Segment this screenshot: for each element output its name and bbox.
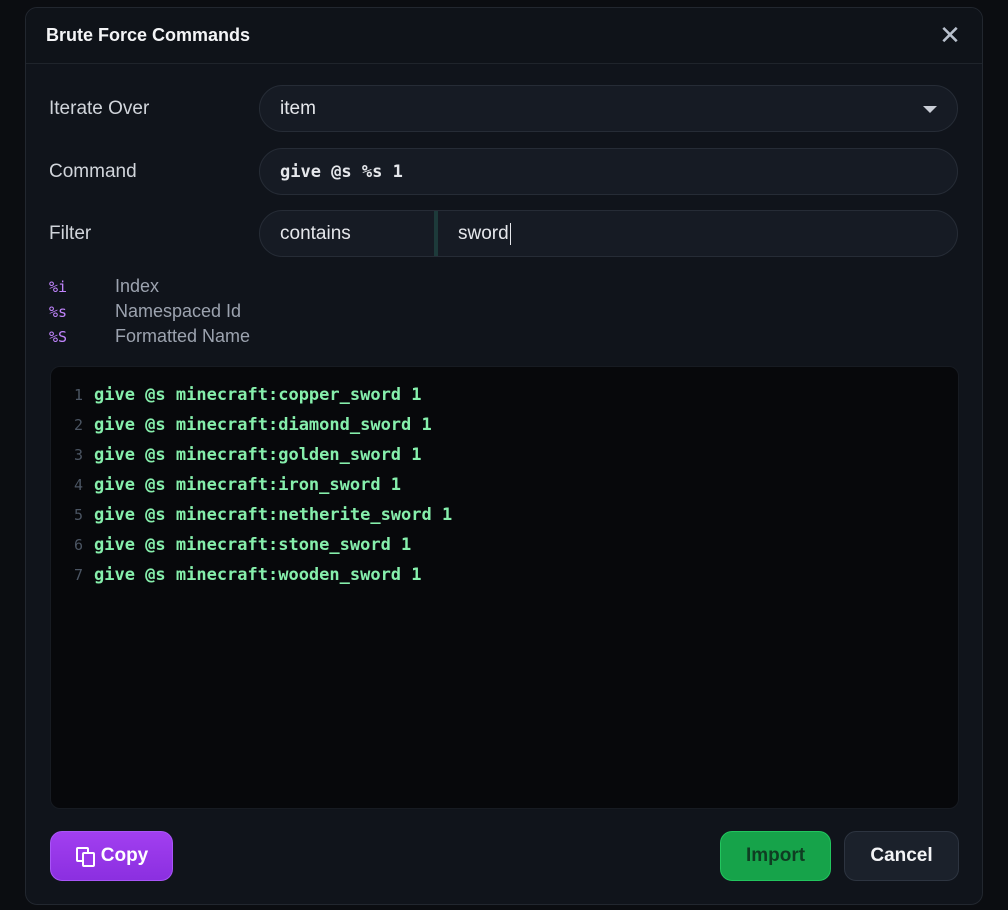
copy-button-label: Copy bbox=[100, 845, 149, 866]
code-line: 1 give @s minecraft:copper_sword 1 bbox=[51, 380, 958, 410]
line-number: 4 bbox=[73, 476, 83, 494]
filter-type-select[interactable]: contains bbox=[260, 211, 438, 256]
import-button[interactable]: Import bbox=[720, 831, 831, 881]
chevron-down-icon bbox=[923, 106, 937, 113]
copy-icon bbox=[75, 846, 97, 867]
legend-key: %i bbox=[49, 277, 68, 296]
filter-field: contains sword bbox=[259, 210, 958, 257]
placeholder-legend: %i Index %s Namespaced Id %S Formatted N… bbox=[49, 274, 250, 349]
filter-input[interactable]: sword bbox=[438, 211, 957, 256]
copy-button[interactable]: Copy bbox=[50, 831, 173, 881]
dialog-title: Brute Force Commands bbox=[46, 25, 251, 45]
line-number: 6 bbox=[73, 536, 83, 554]
line-text: give @s minecraft:iron_sword 1 bbox=[94, 475, 402, 495]
iterate-over-select[interactable]: item bbox=[259, 85, 958, 132]
line-number: 3 bbox=[73, 446, 83, 464]
iterate-over-label: Iterate Over bbox=[49, 97, 150, 119]
command-value: give @s %s 1 bbox=[280, 161, 403, 182]
legend-item: %i Index bbox=[49, 274, 250, 299]
code-line: 6 give @s minecraft:stone_sword 1 bbox=[51, 530, 958, 560]
command-label: Command bbox=[49, 160, 137, 182]
line-text: give @s minecraft:wooden_sword 1 bbox=[94, 565, 422, 585]
code-line: 5 give @s minecraft:netherite_sword 1 bbox=[51, 500, 958, 530]
legend-key: %S bbox=[49, 327, 68, 346]
legend-desc: Index bbox=[115, 276, 160, 296]
line-text: give @s minecraft:golden_sword 1 bbox=[94, 445, 422, 465]
line-number: 5 bbox=[73, 506, 83, 524]
close-icon[interactable]: ✕ bbox=[938, 20, 962, 50]
filter-value: sword bbox=[458, 222, 509, 244]
cancel-button-label: Cancel bbox=[870, 845, 933, 866]
legend-desc: Namespaced Id bbox=[115, 301, 242, 321]
cancel-button[interactable]: Cancel bbox=[844, 831, 959, 881]
code-line: 7 give @s minecraft:wooden_sword 1 bbox=[51, 560, 958, 590]
code-line: 2 give @s minecraft:diamond_sword 1 bbox=[51, 410, 958, 440]
line-text: give @s minecraft:stone_sword 1 bbox=[94, 535, 412, 555]
legend-item: %s Namespaced Id bbox=[49, 299, 250, 324]
command-output[interactable]: 1 give @s minecraft:copper_sword 1 2 giv… bbox=[50, 366, 959, 809]
filter-label: Filter bbox=[49, 222, 92, 244]
filter-row: Filter contains sword bbox=[49, 210, 958, 257]
legend-key: %s bbox=[49, 302, 68, 321]
command-input[interactable]: give @s %s 1 bbox=[259, 148, 958, 195]
brute-force-dialog: Brute Force Commands ✕ Iterate Over item… bbox=[25, 7, 983, 905]
line-number: 7 bbox=[73, 566, 83, 584]
code-line: 4 give @s minecraft:iron_sword 1 bbox=[51, 470, 958, 500]
filter-type-value: contains bbox=[280, 222, 351, 244]
line-number: 1 bbox=[73, 386, 83, 404]
import-button-label: Import bbox=[745, 845, 806, 866]
code-line: 3 give @s minecraft:golden_sword 1 bbox=[51, 440, 958, 470]
legend-desc: Formatted Name bbox=[115, 326, 251, 346]
line-text: give @s minecraft:diamond_sword 1 bbox=[94, 415, 432, 435]
line-text: give @s minecraft:copper_sword 1 bbox=[94, 385, 422, 405]
line-text: give @s minecraft:netherite_sword 1 bbox=[94, 505, 453, 525]
iterate-over-value: item bbox=[280, 97, 316, 119]
command-row: Command give @s %s 1 bbox=[49, 148, 958, 195]
dialog-header: Brute Force Commands ✕ bbox=[26, 8, 982, 64]
line-number: 2 bbox=[73, 416, 83, 434]
legend-item: %S Formatted Name bbox=[49, 324, 250, 349]
iterate-over-row: Iterate Over item bbox=[49, 85, 958, 132]
text-cursor bbox=[509, 222, 511, 245]
